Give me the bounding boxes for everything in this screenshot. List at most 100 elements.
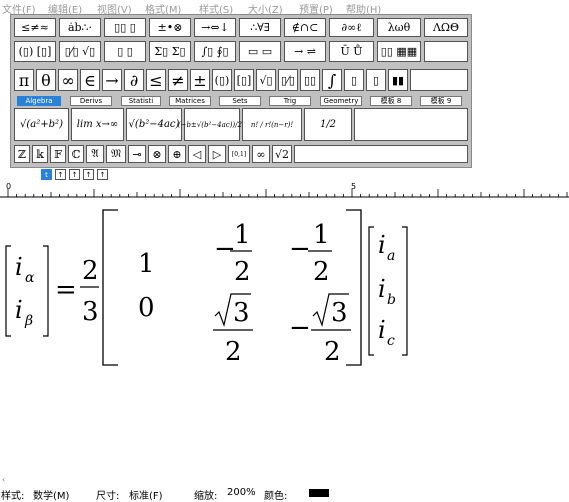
relations-palette-button[interactable]: ≤≠≈ (14, 18, 56, 37)
tab-template-8[interactable]: 模板 8 (370, 96, 412, 106)
less-equal-button[interactable]: ≤ (146, 69, 166, 91)
fraction-button[interactable]: ▯⁄▯ (278, 69, 298, 91)
rhs-sub-a: a (387, 248, 395, 264)
otimes-symbol-button[interactable]: ⊗ (148, 145, 166, 163)
matrix-small-button[interactable]: ▮▮ (388, 69, 408, 91)
equals-sign: = (55, 275, 77, 305)
matrix-r2c1: 0 (138, 293, 155, 323)
greek-lower-palette-button[interactable]: λωθ (377, 18, 421, 37)
summation-palette-button[interactable]: Σ▯ Σ▯ (149, 41, 191, 62)
tab-stop-relation-button[interactable]: ↑ (83, 169, 94, 180)
matrix-r1c1: 1 (138, 249, 155, 279)
matrix-r1c2-sign: − (214, 234, 236, 264)
template-binomial[interactable]: n! / r!(n−r)! (242, 108, 302, 141)
tab-stop-right-button[interactable]: ↑ (69, 169, 80, 180)
products-palette-button[interactable]: Ū Ů (329, 41, 374, 62)
partial-button[interactable]: ∂ (124, 69, 144, 91)
multimap-symbol-button[interactable]: ⊸ (128, 145, 146, 163)
interval-symbol-button[interactable]: [0,1] (228, 145, 250, 163)
rhs-sub-c: c (387, 333, 395, 349)
tab-geometry[interactable]: Geometry (320, 96, 362, 106)
infinity-symbol-button[interactable]: ∞ (252, 145, 270, 163)
greek-upper-palette-button[interactable]: ΛΩΘ (424, 18, 468, 37)
spaces-ellipses-palette-button[interactable]: ȧb∴· (59, 18, 101, 37)
ruler-ticks (0, 189, 569, 198)
integral-button[interactable]: ∫ (322, 69, 342, 91)
ruler-label-mid: 5 (351, 182, 357, 191)
rhs-sub-b: b (387, 292, 396, 308)
operators-palette-button[interactable]: ±•⊗ (149, 18, 191, 37)
field-f-symbol-button[interactable]: 𝔽 (50, 145, 66, 163)
left-triangle-symbol-button[interactable]: ◁ (188, 145, 206, 163)
template-empty-slot[interactable] (354, 108, 468, 141)
complex-symbol-button[interactable]: ℂ (68, 145, 84, 163)
sqrt-button[interactable]: √▯ (256, 69, 276, 91)
matrix-r2c3-den: 2 (324, 337, 341, 367)
theta-button[interactable]: θ (36, 69, 56, 91)
template-discriminant[interactable]: √(b²−4ac) (126, 108, 182, 141)
template-quadratic[interactable]: (−b±√(b²−4ac))/2a (178, 108, 246, 141)
sets-palette-button[interactable]: ∉∩⊂ (284, 18, 326, 37)
right-arrow-button[interactable]: → (102, 69, 122, 91)
fraktur-a-symbol-button[interactable]: 𝔄 (86, 145, 104, 163)
misc-symbols-palette-button[interactable]: ∂∞ℓ (329, 18, 374, 37)
infinity-button[interactable]: ∞ (58, 69, 78, 91)
integrals-palette-button[interactable]: ∫▯ ∮▯ (194, 41, 236, 62)
matrix-r2c3-num: 3 (331, 298, 348, 328)
tab-matrices[interactable]: Matrices (169, 96, 211, 106)
brackets-button[interactable]: [▯] (234, 69, 254, 91)
ruler[interactable]: 0 5 (0, 182, 569, 198)
equation-editor-area[interactable]: i α i β = 2 3 1 − 1 2 − 1 2 0 3 2 − 3 2 … (0, 199, 569, 484)
lhs-i-alpha: i (15, 253, 23, 281)
embellishments-palette-button[interactable]: ▯▯ ▯ (104, 18, 146, 37)
tab-stop-decimal-button[interactable]: ↑ (97, 169, 108, 180)
rhs-i-c: i (378, 316, 386, 344)
matrix-r2c3-sign: − (289, 313, 311, 343)
symbol-row-empty-slot[interactable] (294, 145, 468, 163)
matrix-r1c2-num: 1 (234, 220, 251, 250)
rhs-i-b: i (378, 275, 386, 303)
not-equal-button[interactable]: ≠ (168, 69, 188, 91)
status-zoom-value[interactable]: 200% (227, 487, 256, 498)
pi-button[interactable]: π (14, 69, 34, 91)
bars-palette-button[interactable]: ▭ ▭ (239, 41, 281, 62)
symbol-bar-empty-slot[interactable] (410, 69, 468, 91)
fraktur-m-symbol-button[interactable]: 𝔐 (106, 145, 126, 163)
labeled-arrows-palette-button[interactable]: → ⇌ (284, 41, 326, 62)
matrices-palette-button[interactable]: ▯▯ ▦▦ (377, 41, 421, 62)
parentheses-button[interactable]: (▯) (212, 69, 232, 91)
right-triangle-symbol-button[interactable]: ▷ (208, 145, 226, 163)
overbar-button[interactable]: ▯ (344, 69, 364, 91)
tab-template-9[interactable]: 模板 9 (420, 96, 462, 106)
lhs-vector: i α i β (5, 245, 49, 337)
sqrt2-symbol-button[interactable]: √2 (272, 145, 292, 163)
subscripts-palette-button[interactable]: ▯ ▯ (104, 41, 146, 62)
fractions-radicals-palette-button[interactable]: ▯⁄▯ √▯ (59, 41, 101, 62)
superscript-button[interactable]: ▯▯ (300, 69, 320, 91)
menu-bar: 文件(F) 编辑(E) 视图(V) 格式(M) 样式(S) 大小(Z) 预置(P… (0, 0, 569, 16)
fences-palette-button[interactable]: (▯) [▯] (14, 41, 56, 62)
tab-stop-left-button[interactable]: t (41, 169, 52, 180)
tab-stop-center-button[interactable]: ↑ (55, 169, 66, 180)
scroll-left-icon[interactable]: ‹ (2, 475, 5, 484)
logic-palette-button[interactable]: ∴∀∃ (239, 18, 281, 37)
lhs-sub-beta: β (24, 313, 33, 329)
arrows-palette-button[interactable]: →⇔↓ (194, 18, 236, 37)
tab-statistics[interactable]: Statisti (121, 96, 161, 106)
plus-minus-button[interactable]: ± (190, 69, 210, 91)
empty-palette-button[interactable] (424, 41, 468, 62)
tab-derivs[interactable]: Derivs (70, 96, 112, 106)
oplus-symbol-button[interactable]: ⊕ (168, 145, 186, 163)
integers-symbol-button[interactable]: ℤ (14, 145, 30, 163)
template-half[interactable]: 1/2 (304, 108, 352, 141)
vector-button[interactable]: ▯ (366, 69, 386, 91)
template-pythagoras[interactable]: √(a²+b²) (14, 108, 69, 141)
tab-trig[interactable]: Trig (269, 96, 311, 106)
matrix-r1c3-den: 2 (313, 257, 330, 287)
tab-algebra[interactable]: Algebra (17, 96, 61, 106)
status-color-swatch[interactable] (309, 489, 329, 497)
tab-sets[interactable]: Sets (219, 96, 261, 106)
element-of-button[interactable]: ∈ (80, 69, 100, 91)
template-limit[interactable]: lim x→∞ (71, 108, 124, 141)
field-k-symbol-button[interactable]: 𝕜 (32, 145, 48, 163)
